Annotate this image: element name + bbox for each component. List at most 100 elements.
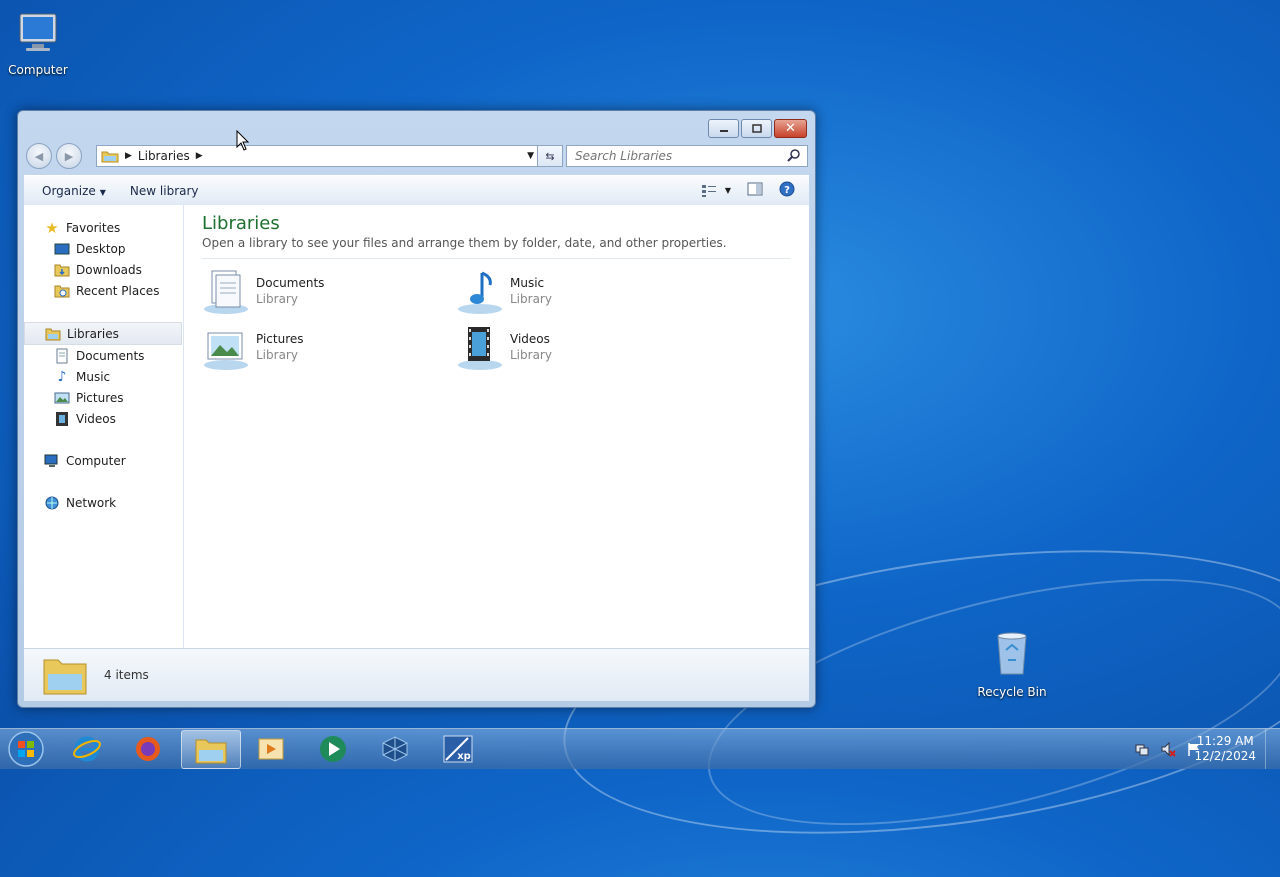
- nav-label: Recent Places: [76, 283, 160, 298]
- libraries-folder-icon: [43, 659, 87, 695]
- recycle-bin-icon: [997, 632, 1027, 675]
- libraries-grid: Documents Library Music Library Pictures…: [202, 267, 791, 371]
- address-bar[interactable]: ▶ Libraries ▶ ▼ ⇆: [96, 145, 563, 167]
- windows-explorer-icon: [195, 739, 227, 763]
- start-button[interactable]: [0, 730, 52, 767]
- search-input[interactable]: [573, 148, 782, 164]
- close-button[interactable]: ✕: [774, 119, 807, 138]
- taskbar-internet-explorer[interactable]: [58, 730, 116, 767]
- forward-button[interactable]: ▶: [56, 143, 82, 169]
- downloads-folder-icon: [54, 262, 70, 278]
- view-options-icon: [701, 184, 716, 197]
- new-library-label: New library: [129, 184, 199, 198]
- arrow-right-icon: ▶: [64, 149, 74, 163]
- nav-label: Favorites: [66, 220, 121, 235]
- system-tray: [1134, 741, 1202, 757]
- documents-library-icon: [204, 270, 248, 314]
- taskbar-firefox[interactable]: [119, 730, 177, 767]
- computer-icon: [19, 13, 57, 51]
- page-description: Open a library to see your files and arr…: [202, 236, 791, 259]
- nav-label: Videos: [76, 411, 116, 426]
- desktop-icon-label: Recycle Bin: [977, 685, 1047, 699]
- nav-label: Libraries: [67, 326, 119, 341]
- taskbar-media-center[interactable]: [304, 730, 362, 767]
- taskbar-windows-explorer[interactable]: [181, 730, 241, 769]
- page-title: Libraries: [202, 213, 280, 234]
- nav-downloads[interactable]: Downloads: [24, 259, 183, 280]
- nav-label: Pictures: [76, 390, 124, 405]
- preview-pane-button[interactable]: [747, 182, 763, 199]
- mouse-cursor-icon: [236, 130, 250, 151]
- library-documents[interactable]: Documents Library: [202, 267, 456, 315]
- taskbar: xp 11:29 AM 12/2/2024: [0, 728, 1280, 769]
- new-library-button[interactable]: New library: [120, 184, 213, 198]
- network-status-icon[interactable]: [1134, 741, 1150, 757]
- breadcrumb-libraries[interactable]: Libraries: [138, 149, 190, 163]
- chevron-down-icon: ▼: [724, 186, 731, 195]
- nav-documents[interactable]: Documents: [24, 345, 183, 366]
- nav-network[interactable]: Network: [24, 492, 183, 513]
- arrow-left-icon: ◀: [34, 149, 44, 163]
- nav-music[interactable]: ♪ Music: [24, 366, 183, 387]
- back-button[interactable]: ◀: [26, 143, 52, 169]
- library-pictures[interactable]: Pictures Library: [202, 323, 456, 371]
- nav-libraries[interactable]: Libraries: [24, 322, 182, 345]
- nav-label: Network: [66, 495, 117, 510]
- chevron-down-icon: ▼: [99, 188, 106, 197]
- help-icon: ?: [779, 181, 795, 197]
- desktop-icon: [54, 241, 70, 257]
- music-icon: ♪: [57, 368, 67, 385]
- details-pane: 4 items: [24, 648, 809, 701]
- breadcrumb-chevron-icon[interactable]: ▶: [125, 151, 132, 161]
- nav-label: Music: [76, 369, 111, 384]
- taskbar-media-player[interactable]: [242, 730, 300, 767]
- windows-start-icon: [8, 730, 44, 767]
- computer-icon: [44, 453, 60, 469]
- nav-pictures[interactable]: Pictures: [24, 387, 183, 408]
- nav-desktop[interactable]: Desktop: [24, 238, 183, 259]
- minimize-button[interactable]: [708, 119, 739, 138]
- desktop-icon-computer[interactable]: Computer: [0, 8, 78, 77]
- nav-computer[interactable]: Computer: [24, 450, 183, 471]
- taskbar-clock[interactable]: 11:29 AM 12/2/2024: [1194, 734, 1256, 764]
- show-desktop-button[interactable]: [1265, 729, 1280, 769]
- nav-label: Desktop: [76, 241, 126, 256]
- library-videos[interactable]: Videos Library: [456, 323, 710, 371]
- organize-button[interactable]: Organize ▼: [24, 184, 120, 198]
- main-pane: Libraries Open a library to see your fil…: [184, 205, 809, 649]
- maximize-button[interactable]: [741, 119, 772, 138]
- library-type: Library: [510, 348, 552, 362]
- nav-videos[interactable]: Videos: [24, 408, 183, 429]
- network-icon: [44, 495, 60, 511]
- library-music[interactable]: Music Library: [456, 267, 710, 315]
- libraries-icon: [45, 326, 61, 342]
- help-button[interactable]: ?: [779, 181, 795, 200]
- address-dropdown-icon[interactable]: ▼: [527, 151, 534, 161]
- search-box[interactable]: [566, 145, 808, 167]
- recent-places-icon: [54, 283, 70, 299]
- svg-text:?: ?: [784, 185, 790, 196]
- music-library-icon: [458, 271, 502, 314]
- videos-icon: [54, 411, 70, 427]
- command-bar: Organize ▼ New library ▼ ?: [24, 175, 809, 207]
- desktop-icon-recycle-bin[interactable]: Recycle Bin: [972, 630, 1052, 699]
- taskbar-windows-xp-mode[interactable]: xp: [429, 730, 487, 767]
- pictures-library-icon: [204, 332, 248, 370]
- breadcrumb-chevron-icon[interactable]: ▶: [196, 151, 203, 161]
- libraries-folder-icon: [101, 151, 119, 163]
- virtualbox-icon: [382, 735, 408, 762]
- refresh-button[interactable]: ⇆: [537, 146, 562, 166]
- library-type: Library: [256, 292, 298, 306]
- clock-time: 11:29 AM: [1196, 734, 1254, 748]
- close-icon: ✕: [785, 121, 796, 136]
- volume-muted-icon[interactable]: [1160, 741, 1176, 757]
- explorer-window[interactable]: ✕ ◀ ▶ ▶ Libraries ▶ ▼ ⇆ Organize▼: [17, 110, 816, 708]
- taskbar-virtualbox[interactable]: [366, 730, 424, 767]
- library-name: Music: [510, 276, 545, 290]
- nav-favorites[interactable]: ★ Favorites: [24, 217, 183, 238]
- change-view-button[interactable]: ▼: [701, 184, 731, 198]
- minimize-icon: [719, 129, 728, 132]
- nav-recent-places[interactable]: Recent Places: [24, 280, 183, 301]
- star-icon: ★: [45, 218, 59, 237]
- clock-date: 12/2/2024: [1194, 749, 1256, 763]
